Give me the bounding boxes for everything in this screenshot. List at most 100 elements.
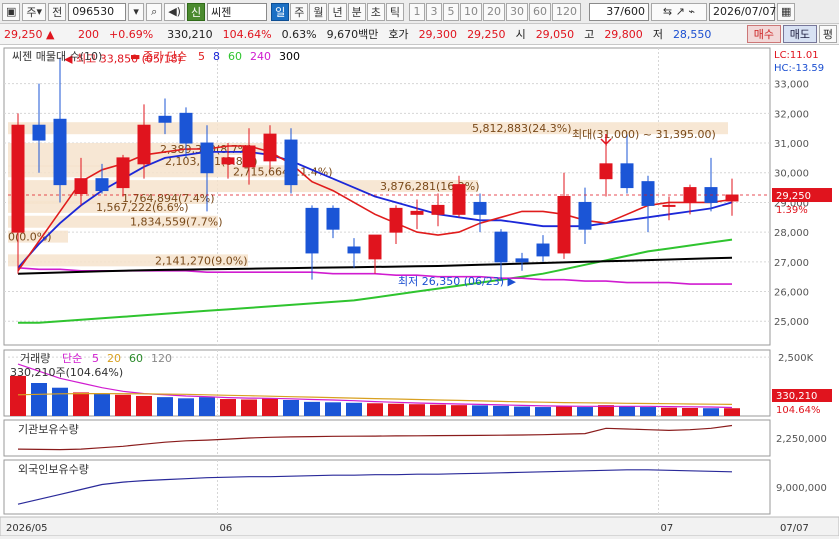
high-label: 고 <box>584 28 595 41</box>
candle-body-21 <box>452 184 466 215</box>
foreign-holding-panel-label: 외국인보유수량 <box>18 463 89 476</box>
date-field[interactable]: 2026/07/07 <box>708 2 776 21</box>
volume-bar-7 <box>157 397 173 416</box>
candle-body-20 <box>431 204 445 215</box>
volume-bar-15 <box>325 402 341 416</box>
volume-bar-29 <box>619 406 635 416</box>
search-icon[interactable]: ⌕ <box>146 2 163 21</box>
candle-body-22 <box>473 201 487 215</box>
quote-ask: 29,300 <box>418 27 458 41</box>
volume-bar-31 <box>661 407 677 416</box>
period-tabs: 일주월년분초틱 <box>271 2 404 21</box>
volume-bar-12 <box>262 398 278 416</box>
speaker-icon[interactable]: ◀) <box>164 2 185 21</box>
price-tick-label-8: 33,000 <box>774 80 809 91</box>
volume-bar-25 <box>535 407 551 416</box>
min-price-annotation: 최저 26,350 (06/23) ▶ <box>398 275 517 288</box>
interval-buttons: 1 3 5 10 20 30 60 120 <box>408 2 581 21</box>
interval-button-120[interactable]: 120 <box>551 2 581 21</box>
prev-button[interactable]: 전 <box>48 2 67 21</box>
page-count-field[interactable]: 37/600 <box>588 2 649 21</box>
volume-bar-9 <box>199 397 215 416</box>
candle-body-29 <box>620 163 634 189</box>
x-axis-label-2: 07 <box>661 523 674 534</box>
chart-area: 25,000 26,000 27,000 28,000 29,000 30,000 31,0… <box>0 45 839 537</box>
period-tab-0[interactable]: 일 <box>271 2 290 21</box>
period-tab-1[interactable]: 주 <box>290 2 309 21</box>
quote-bid: 29,250 <box>467 27 506 41</box>
volume-bar-32 <box>682 407 698 416</box>
interval-button-20[interactable]: 20 <box>482 2 505 21</box>
price-tick-label-2: 27,000 <box>774 258 809 269</box>
quote-low: 28,550 <box>672 27 712 41</box>
candle-body-13 <box>284 139 298 186</box>
inst-holding-panel-label: 기관보유수량 <box>18 423 79 436</box>
toolbar-tools[interactable]: ⇆ ↗ ⌁ <box>650 2 707 21</box>
price-tick-label-0: 25,000 <box>774 317 809 328</box>
buy-button[interactable]: 매수 <box>746 25 781 43</box>
top-toolbar: ▣ 주 ▾ 전 096530 ▾ ⌕ ◀) 신 씨젠 일주월년분초틱 1 3 5 10 2… <box>0 0 839 24</box>
volume-bar-20 <box>430 404 446 416</box>
inst-holding-tick-label: 2,250,000 <box>776 434 827 445</box>
window-icon[interactable]: ▣ <box>2 2 21 21</box>
period-tab-2[interactable]: 월 <box>309 2 328 21</box>
interval-button-60[interactable]: 60 <box>528 2 551 21</box>
volume-profile-label-0: 5,812,883(24.3%) <box>472 122 572 135</box>
market-select[interactable]: 주 ▾ <box>22 2 47 21</box>
quote-price: 29,250 <box>4 27 43 41</box>
low-label: 저 <box>652 28 663 41</box>
volume-bar-8 <box>178 398 194 416</box>
candle-body-8 <box>179 112 193 144</box>
foreign-holding-tick-label: 9,000,000 <box>776 483 827 494</box>
volume-bar-14 <box>304 401 320 416</box>
interval-button-30[interactable]: 30 <box>505 2 528 21</box>
quote-high: 29,800 <box>604 27 643 41</box>
candle-body-26 <box>557 196 571 254</box>
volume-bar-34 <box>724 408 740 416</box>
candle-body-19 <box>410 210 424 215</box>
volume-bar-22 <box>472 405 488 416</box>
new-button[interactable]: 신 <box>186 2 206 21</box>
interval-button-10[interactable]: 10 <box>459 2 482 21</box>
candle-body-14 <box>305 207 319 254</box>
candle-body-3 <box>74 178 88 195</box>
x-axis-strip <box>0 516 839 537</box>
stock-name-field[interactable]: 씨젠 <box>207 2 268 21</box>
volume-current-label: 330,210주(104.64%) <box>10 366 123 379</box>
volume-bar-2 <box>52 387 68 416</box>
sell-button[interactable]: 매도 <box>782 25 817 43</box>
volume-bar-18 <box>388 403 404 416</box>
interval-button-1[interactable]: 1 <box>408 2 425 21</box>
candle-body-34 <box>725 194 739 202</box>
candle-body-0 <box>11 124 25 233</box>
volume-bar-13 <box>283 399 299 416</box>
calendar-icon[interactable]: ▦ <box>776 2 796 21</box>
period-tab-5[interactable]: 초 <box>366 2 385 21</box>
ma-legend-period-300: 300 <box>279 50 300 63</box>
dropdown-icon[interactable]: ▾ <box>128 2 145 21</box>
candle-body-5 <box>116 157 130 189</box>
ma-legend-period-240: 240 <box>250 50 271 63</box>
period-tab-3[interactable]: 년 <box>328 2 347 21</box>
stock-chart-svg: 25,00026,00027,00028,00029,00030,00031,0… <box>0 45 839 537</box>
candle-body-24 <box>515 258 529 263</box>
quote-price-group: 29,250 ▲ <box>4 28 68 41</box>
quote-vol-ratio: 104.64% <box>222 27 272 41</box>
open-label: 시 <box>515 28 526 41</box>
ma-legend-label: 종가 단순 <box>143 50 187 63</box>
candle-body-11 <box>242 145 256 168</box>
candle-body-31 <box>662 204 676 207</box>
period-tab-4[interactable]: 분 <box>347 2 366 21</box>
interval-button-3[interactable]: 3 <box>425 2 442 21</box>
stock-code-input[interactable]: 096530 <box>68 2 127 21</box>
ma-legend-marker: ▬ <box>130 50 140 63</box>
price-tick-label-3: 28,000 <box>774 228 809 239</box>
volume-ma-period-120: 120 <box>151 352 172 365</box>
volume-ma-period-60: 60 <box>129 352 143 365</box>
candle-body-23 <box>494 231 508 263</box>
eval-button[interactable]: 평 <box>818 25 837 43</box>
period-tab-6[interactable]: 틱 <box>385 2 404 21</box>
lc-label: LC:11.01 <box>774 50 819 61</box>
interval-button-5[interactable]: 5 <box>442 2 459 21</box>
chevron-down-icon: ▾ <box>36 5 43 18</box>
